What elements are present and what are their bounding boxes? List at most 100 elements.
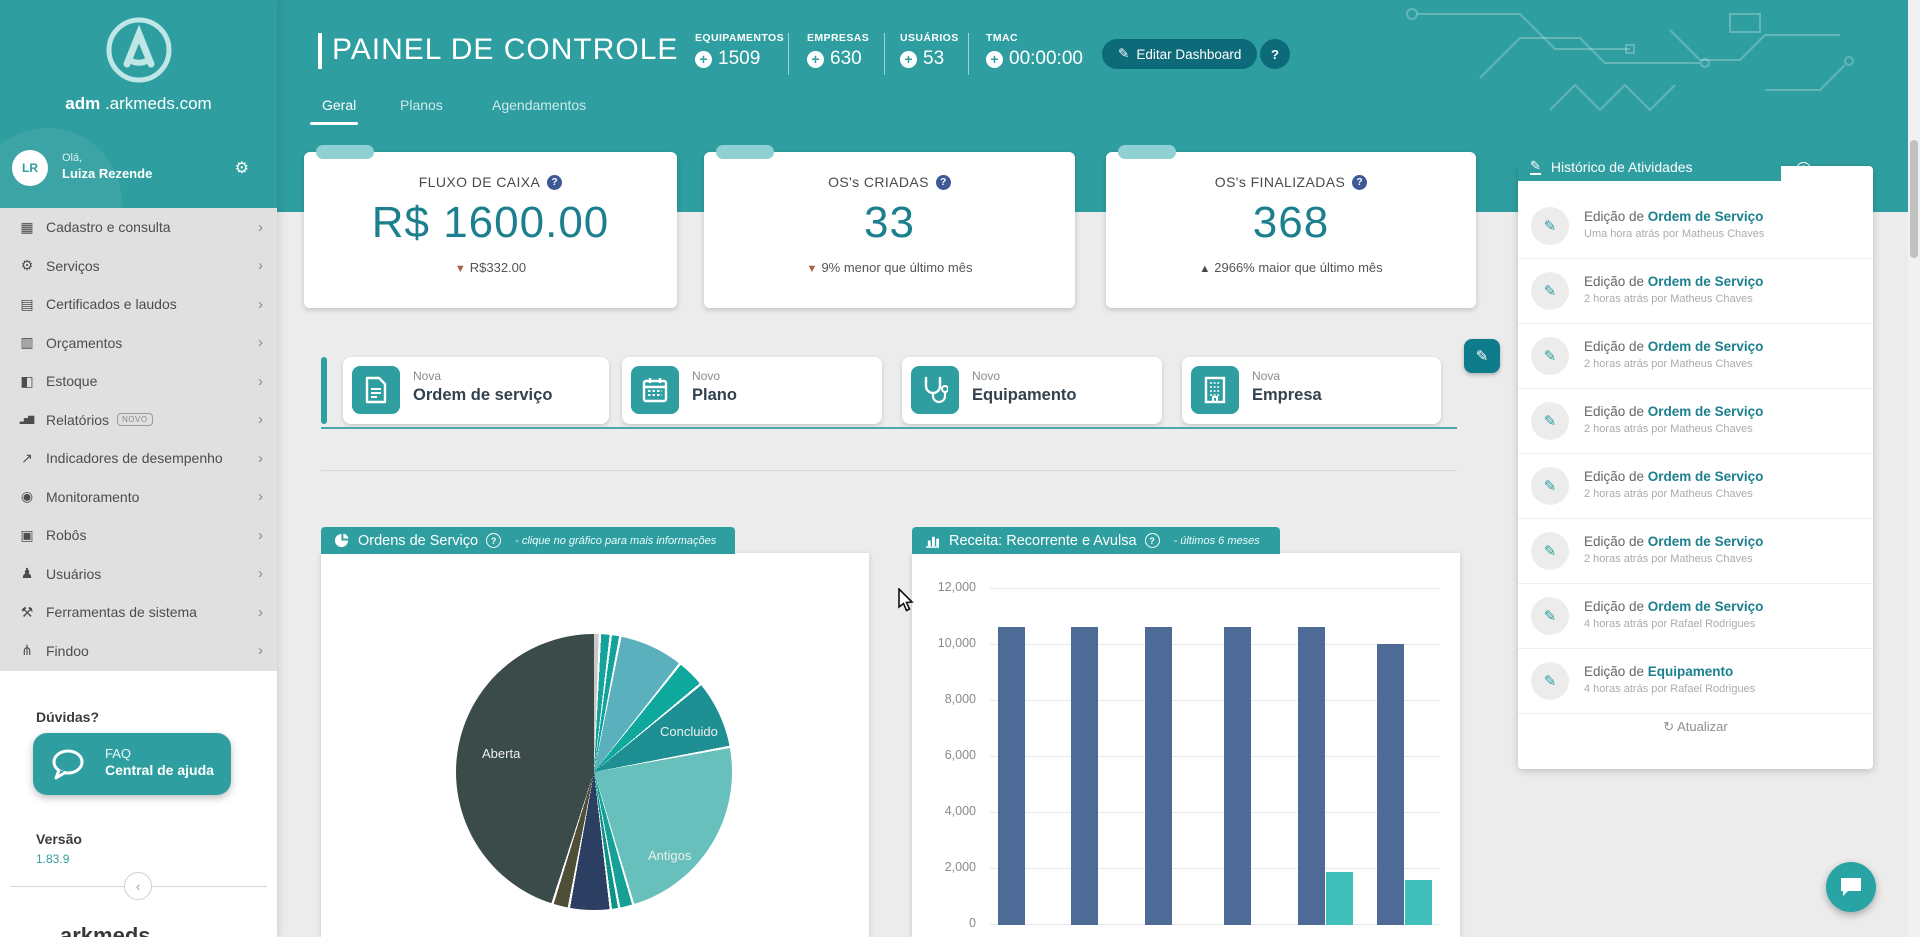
tab-planos[interactable]: Planos xyxy=(400,97,443,113)
sidebar-collapse-button[interactable]: ‹ xyxy=(124,872,152,900)
sidebar-item-servicos[interactable]: ⚙ Serviços › xyxy=(0,247,277,286)
revenue-panel-note: - últimos 6 meses xyxy=(1174,535,1260,547)
activity-item[interactable]: ✎ Edição de Ordem de Serviço Uma hora at… xyxy=(1518,194,1873,259)
triangle-down-icon: ▼ xyxy=(455,263,466,275)
version-label: Versão xyxy=(36,831,82,847)
plus-circle-icon[interactable]: + xyxy=(900,51,917,68)
budget-icon: ▥ xyxy=(16,334,36,351)
sidebar-item-usuarios[interactable]: ♟ Usuários › xyxy=(0,555,277,594)
chat-button[interactable] xyxy=(1826,862,1876,912)
sidebar-footer: Dúvidas? FAQ Central de ajuda Versão 1.8… xyxy=(0,671,277,937)
pencil-icon: ✎ xyxy=(1531,337,1569,375)
calendar-icon xyxy=(631,366,679,414)
quick-action-prefix: Novo xyxy=(972,369,1000,383)
sidebar-item-estoque[interactable]: ◧ Estoque › xyxy=(0,362,277,401)
tab-agendamentos[interactable]: Agendamentos xyxy=(492,97,586,113)
quick-action-novo-plano[interactable]: Novo Plano xyxy=(622,357,882,424)
stat-tmac: TMAC +00:00:00 xyxy=(986,32,1083,70)
sidebar-item-certificados[interactable]: ▤ Certificados e laudos › xyxy=(0,285,277,324)
page-title: PAINEL DE CONTROLE xyxy=(332,33,678,67)
activity-target: Ordem de Serviço xyxy=(1648,404,1764,419)
card-delta: ▼9% menor que último mês xyxy=(704,260,1075,275)
edit-quick-actions-button[interactable]: ✎ xyxy=(1464,339,1500,373)
edit-history-icon: ✎ xyxy=(1530,159,1541,175)
settings-gear-icon[interactable]: ⚙ xyxy=(235,158,249,178)
activity-panel-title: Histórico de Atividades xyxy=(1551,159,1693,175)
activity-meta: 2 horas atrás por Matheus Chaves xyxy=(1584,293,1753,305)
y-tick-label: 0 xyxy=(912,916,976,930)
plus-circle-icon[interactable]: + xyxy=(807,51,824,68)
tools-icon: ⚒ xyxy=(16,604,36,621)
page-scrollbar[interactable] xyxy=(1908,0,1920,937)
sidebar-item-orcamentos[interactable]: ▥ Orçamentos › xyxy=(0,324,277,363)
activity-item[interactable]: ✎ Edição de Ordem de Serviço 2 horas atr… xyxy=(1518,454,1873,519)
activity-meta: Uma hora atrás por Matheus Chaves xyxy=(1584,228,1764,240)
chevron-right-icon: › xyxy=(258,257,263,274)
scrollbar-thumb[interactable] xyxy=(1910,140,1918,258)
help-icon[interactable]: ? xyxy=(1145,533,1160,548)
quick-action-prefix: Nova xyxy=(1252,369,1280,383)
sidebar-item-label: Certificados e laudos xyxy=(46,296,177,312)
pencil-icon: ✎ xyxy=(1118,46,1129,62)
avatar[interactable]: LR xyxy=(12,150,48,186)
help-icon[interactable]: ? xyxy=(936,175,951,190)
activity-target: Ordem de Serviço xyxy=(1648,274,1764,289)
bar-avulsa-6[interactable] xyxy=(1405,880,1432,925)
orders-panel-title: Ordens de Serviço xyxy=(358,533,478,549)
pencil-icon: ✎ xyxy=(1531,662,1569,700)
bar-avulsa-5[interactable] xyxy=(1326,872,1353,925)
bar-recorrente-2[interactable] xyxy=(1071,627,1098,925)
sidebar-item-label: Ferramentas de sistema xyxy=(46,604,197,620)
plus-circle-icon[interactable]: + xyxy=(986,51,1003,68)
bar-recorrente-5[interactable] xyxy=(1298,627,1325,925)
activity-item[interactable]: ✎ Edição de Ordem de Serviço 2 horas atr… xyxy=(1518,324,1873,389)
tab-geral[interactable]: Geral xyxy=(322,97,356,113)
version-value[interactable]: 1.83.9 xyxy=(36,852,69,866)
bar-recorrente-1[interactable] xyxy=(998,627,1025,925)
sidebar-item-ferramentas[interactable]: ⚒ Ferramentas de sistema › xyxy=(0,593,277,632)
users-icon: ♟ xyxy=(16,565,36,582)
bar-recorrente-4[interactable] xyxy=(1224,627,1251,925)
activity-item[interactable]: ✎ Edição de Ordem de Serviço 2 horas atr… xyxy=(1518,389,1873,454)
quick-action-nova-empresa[interactable]: Nova Empresa xyxy=(1182,357,1441,424)
sidebar-item-indicadores[interactable]: ↗ Indicadores de desempenho › xyxy=(0,439,277,478)
activity-item[interactable]: ✎ Edição de Equipamento 4 horas atrás po… xyxy=(1518,649,1873,714)
help-icon[interactable]: ? xyxy=(547,175,562,190)
help-icon[interactable]: ? xyxy=(486,533,501,548)
stat-value: 00:00:00 xyxy=(1009,48,1083,70)
pie-label-concluido: Concluido xyxy=(660,724,718,739)
activity-target: Ordem de Serviço xyxy=(1648,599,1764,614)
bar-recorrente-6[interactable] xyxy=(1377,644,1404,925)
stat-label: USUÁRIOS xyxy=(900,32,959,44)
bar-recorrente-3[interactable] xyxy=(1145,627,1172,925)
sidebar-item-findoo[interactable]: ⋔ Findoo › xyxy=(0,632,277,671)
sidebar-item-label: Serviços xyxy=(46,258,100,274)
sidebar-menu: ▦ Cadastro e consulta › ⚙ Serviços › ▤ C… xyxy=(0,208,277,671)
quick-action-novo-equipamento[interactable]: Novo Equipamento xyxy=(902,357,1162,424)
sidebar-item-robos[interactable]: ▣ Robôs › xyxy=(0,516,277,555)
sidebar-item-monitoramento[interactable]: ◉ Monitoramento › xyxy=(0,478,277,517)
orders-panel-body: Aberta Concluido Antigos xyxy=(321,553,869,937)
sidebar-item-relatorios[interactable]: ▂▅▇ Relatórios NOVO › xyxy=(0,401,277,440)
edit-dashboard-button[interactable]: ✎Editar Dashboard xyxy=(1102,39,1257,69)
pencil-icon: ✎ xyxy=(1531,532,1569,570)
orders-panel-note: - clique no gráfico para mais informaçõe… xyxy=(515,535,716,547)
card-value: 33 xyxy=(704,198,1075,248)
activity-item[interactable]: ✎ Edição de Ordem de Serviço 4 horas atr… xyxy=(1518,584,1873,649)
activity-item[interactable]: ✎ Edição de Ordem de Serviço 2 horas atr… xyxy=(1518,519,1873,584)
activity-item[interactable]: ✎ Edição de Ordem de Serviço 2 horas atr… xyxy=(1518,259,1873,324)
faq-button[interactable]: FAQ Central de ajuda xyxy=(33,733,231,795)
orders-pie[interactable]: Aberta Concluido Antigos xyxy=(456,634,732,910)
sidebar-item-cadastro-e-consulta[interactable]: ▦ Cadastro e consulta › xyxy=(0,208,277,247)
header-help-button[interactable]: ? xyxy=(1260,39,1290,69)
refresh-button[interactable]: ↻ Atualizar xyxy=(1518,719,1873,735)
quick-action-label: Empresa xyxy=(1252,386,1322,405)
quick-action-nova-ordem[interactable]: Nova Ordem de serviço xyxy=(343,357,609,424)
help-icon[interactable]: ? xyxy=(1352,175,1367,190)
arkmeds-logo[interactable] xyxy=(0,14,277,91)
plus-circle-icon[interactable]: + xyxy=(695,51,712,68)
pencil-icon: ✎ xyxy=(1531,402,1569,440)
certificate-icon: ▤ xyxy=(16,296,36,313)
stat-value: 53 xyxy=(923,48,944,70)
stat-label: EQUIPAMENTOS xyxy=(695,32,784,44)
